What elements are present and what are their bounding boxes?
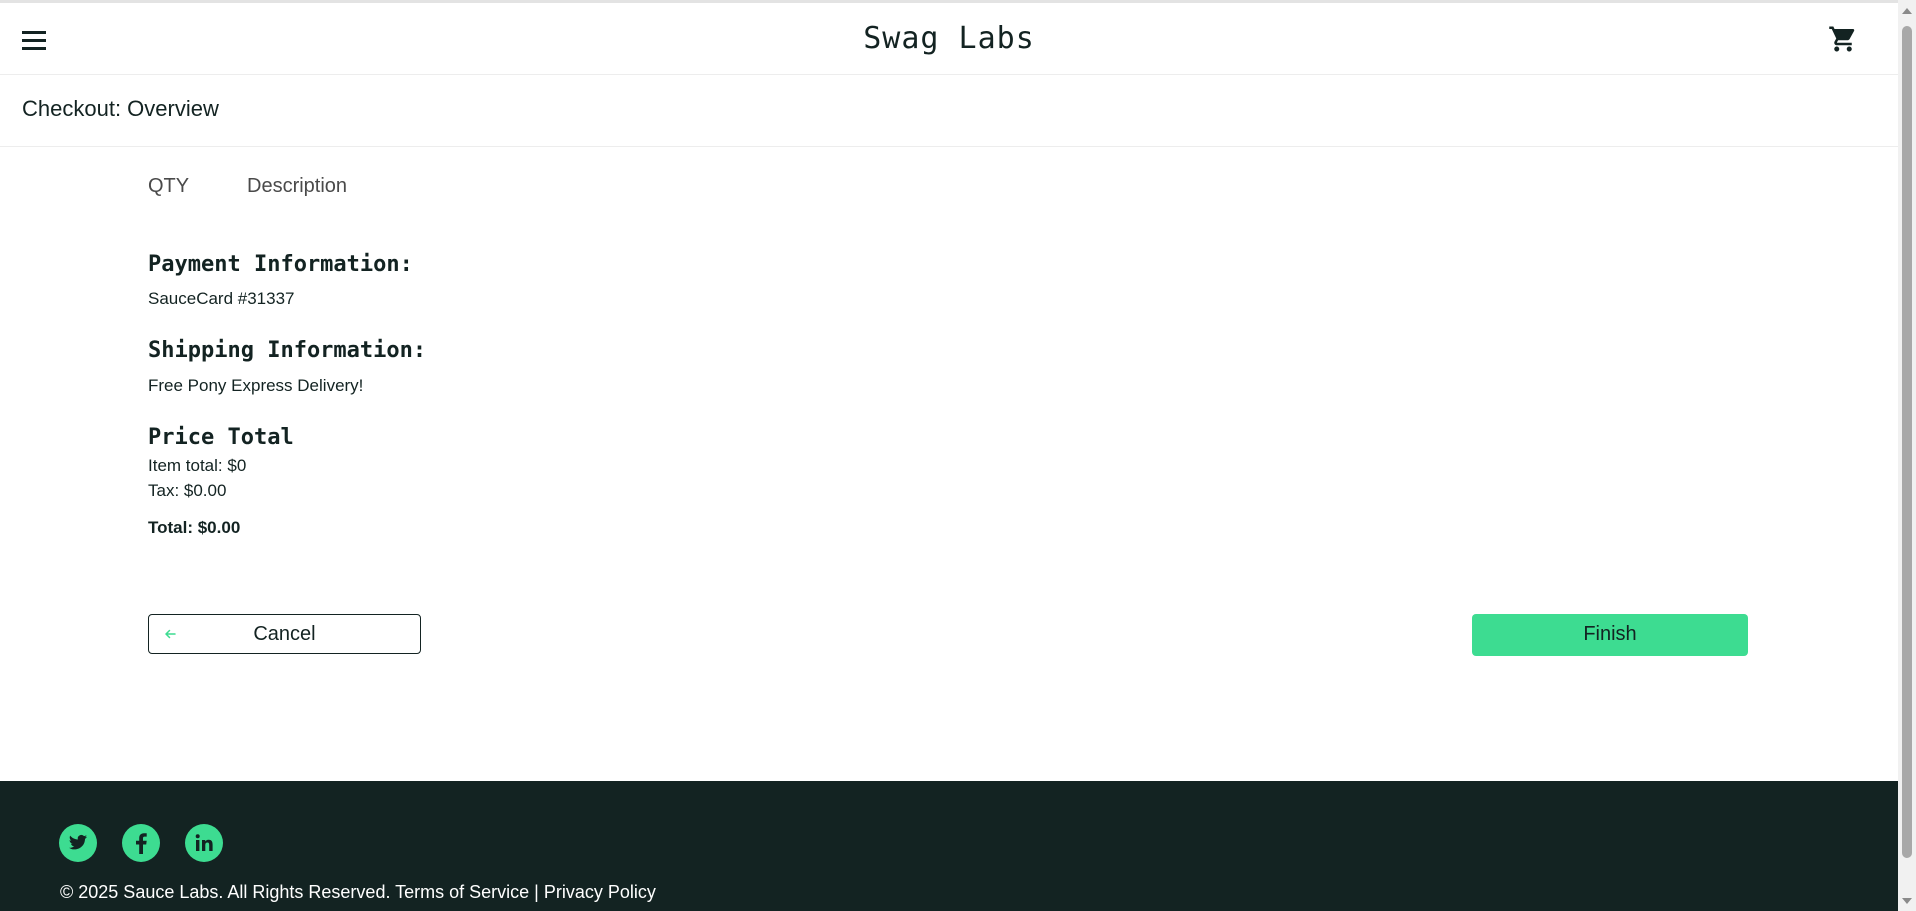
cancel-button[interactable]: Cancel: [148, 614, 421, 654]
qty-column-label: QTY: [148, 175, 190, 197]
app-logo: Swag Labs: [863, 21, 1035, 56]
cancel-button-label: Cancel: [253, 623, 316, 645]
finish-button-label: Finish: [1583, 623, 1637, 645]
footer-copyright: © 2025 Sauce Labs. All Rights Reserved. …: [60, 882, 656, 902]
scrollbar-thumb[interactable]: [1902, 26, 1912, 858]
tax-value: Tax: $0.00: [148, 481, 227, 500]
shipping-info-label: Shipping Information:: [148, 338, 427, 363]
payment-info-label: Payment Information:: [148, 252, 413, 277]
footer: © 2025 Sauce Labs. All Rights Reserved. …: [0, 781, 1898, 911]
finish-button[interactable]: Finish: [1472, 614, 1748, 656]
page-title: Checkout: Overview: [22, 96, 219, 121]
item-total: Item total: $0: [148, 456, 247, 475]
scroll-up-icon[interactable]: [1902, 8, 1912, 14]
order-total: Total: $0.00: [148, 518, 241, 537]
description-column-label: Description: [247, 175, 348, 197]
scroll-down-icon[interactable]: [1902, 898, 1912, 904]
secondary-header: Checkout: Overview: [0, 75, 1898, 147]
vertical-scrollbar[interactable]: [1898, 0, 1916, 911]
payment-info-value: SauceCard #31337: [148, 289, 295, 308]
price-total-label: Price Total: [148, 425, 294, 450]
linkedin-icon[interactable]: [185, 824, 223, 862]
primary-header: Swag Labs: [0, 3, 1898, 75]
shopping-cart-icon[interactable]: [1828, 24, 1858, 54]
twitter-icon[interactable]: [59, 824, 97, 862]
checkout-overview-page: Swag Labs Checkout: Overview QTY Descrip…: [0, 0, 1916, 911]
facebook-icon[interactable]: [122, 824, 160, 862]
shipping-info-value: Free Pony Express Delivery!: [148, 376, 364, 395]
